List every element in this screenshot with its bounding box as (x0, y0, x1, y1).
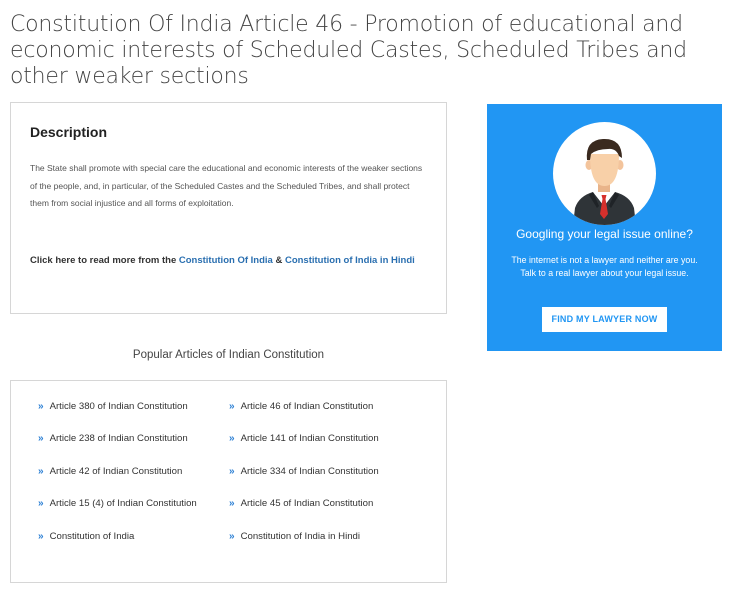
popular-article-link[interactable]: » Constitution of India (38, 529, 134, 545)
popular-article-label: Article 380 of Indian Constitution (49, 401, 188, 412)
popular-article-label: Article 238 of Indian Constitution (49, 433, 188, 444)
popular-article-link[interactable]: » Article 15 (4) of Indian Constitution (38, 496, 197, 512)
chevron-right-icon: » (229, 498, 234, 509)
popular-article-label: Article 15 (4) of Indian Constitution (49, 498, 197, 509)
chevron-right-icon: » (229, 433, 234, 444)
chevron-right-icon: » (38, 433, 43, 444)
popular-article-link[interactable]: » Article 141 of Indian Constitution (229, 431, 379, 447)
chevron-right-icon: » (229, 401, 234, 412)
description-body: The State shall promote with special car… (30, 163, 423, 208)
popular-article-label: Constitution of India in Hindi (240, 531, 361, 542)
popular-article-label: Article 42 of Indian Constitution (49, 466, 183, 477)
constitution-of-india-link[interactable]: Constitution Of India (179, 255, 273, 266)
popular-article-link[interactable]: » Article 42 of Indian Constitution (38, 464, 182, 480)
popular-article-label: Article 45 of Indian Constitution (240, 498, 374, 509)
lawyer-avatar-icon (573, 138, 636, 225)
read-more-separator: & (272, 255, 285, 266)
popular-article-link[interactable]: » Constitution of India in Hindi (229, 529, 360, 545)
popular-article-label: Article 46 of Indian Constitution (240, 401, 374, 412)
popular-articles-heading: Popular Articles of Indian Constitution (132, 349, 325, 361)
description-heading: Description (30, 124, 108, 140)
popular-article-link[interactable]: » Article 46 of Indian Constitution (229, 399, 373, 415)
promo-text-line1: The internet is not a lawyer and neither… (511, 255, 698, 265)
chevron-right-icon: » (38, 466, 43, 477)
popular-article-link[interactable]: » Article 238 of Indian Constitution (38, 431, 188, 447)
popular-article-label: Article 334 of Indian Constitution (240, 466, 379, 477)
page-title: Constitution Of India Article 46 - Promo… (10, 12, 687, 89)
description-card: Description The State shall promote with… (10, 102, 447, 314)
constitution-of-india-hindi-link[interactable]: Constitution of India in Hindi (285, 255, 415, 266)
popular-article-link[interactable]: » Article 334 of Indian Constitution (229, 464, 379, 480)
promo-text-line2: Talk to a real lawyer about your legal i… (520, 268, 689, 278)
promo-heading: Googling your legal issue online? (516, 227, 693, 241)
chevron-right-icon: » (38, 531, 43, 542)
chevron-right-icon: » (229, 466, 234, 477)
chevron-right-icon: » (229, 531, 234, 542)
chevron-right-icon: » (38, 401, 43, 412)
popular-article-label: Article 141 of Indian Constitution (240, 433, 379, 444)
popular-article-link[interactable]: » Article 380 of Indian Constitution (38, 399, 188, 415)
avatar (553, 122, 656, 225)
popular-articles-list: » Article 380 of Indian Constitution » Art… (10, 380, 447, 583)
chevron-right-icon: » (38, 498, 43, 509)
read-more-prefix: Click here to read more from the (30, 255, 179, 266)
popular-article-label: Constitution of India (49, 531, 135, 542)
popular-article-link[interactable]: » Article 45 of Indian Constitution (229, 496, 373, 512)
promo-text: The internet is not a lawyer and neither… (501, 254, 708, 280)
read-more-text: Click here to read more from the Constit… (30, 252, 430, 270)
find-my-lawyer-button[interactable]: FIND MY LAWYER NOW (542, 307, 667, 332)
lawyer-promo-card: Googling your legal issue online? The in… (487, 104, 722, 351)
